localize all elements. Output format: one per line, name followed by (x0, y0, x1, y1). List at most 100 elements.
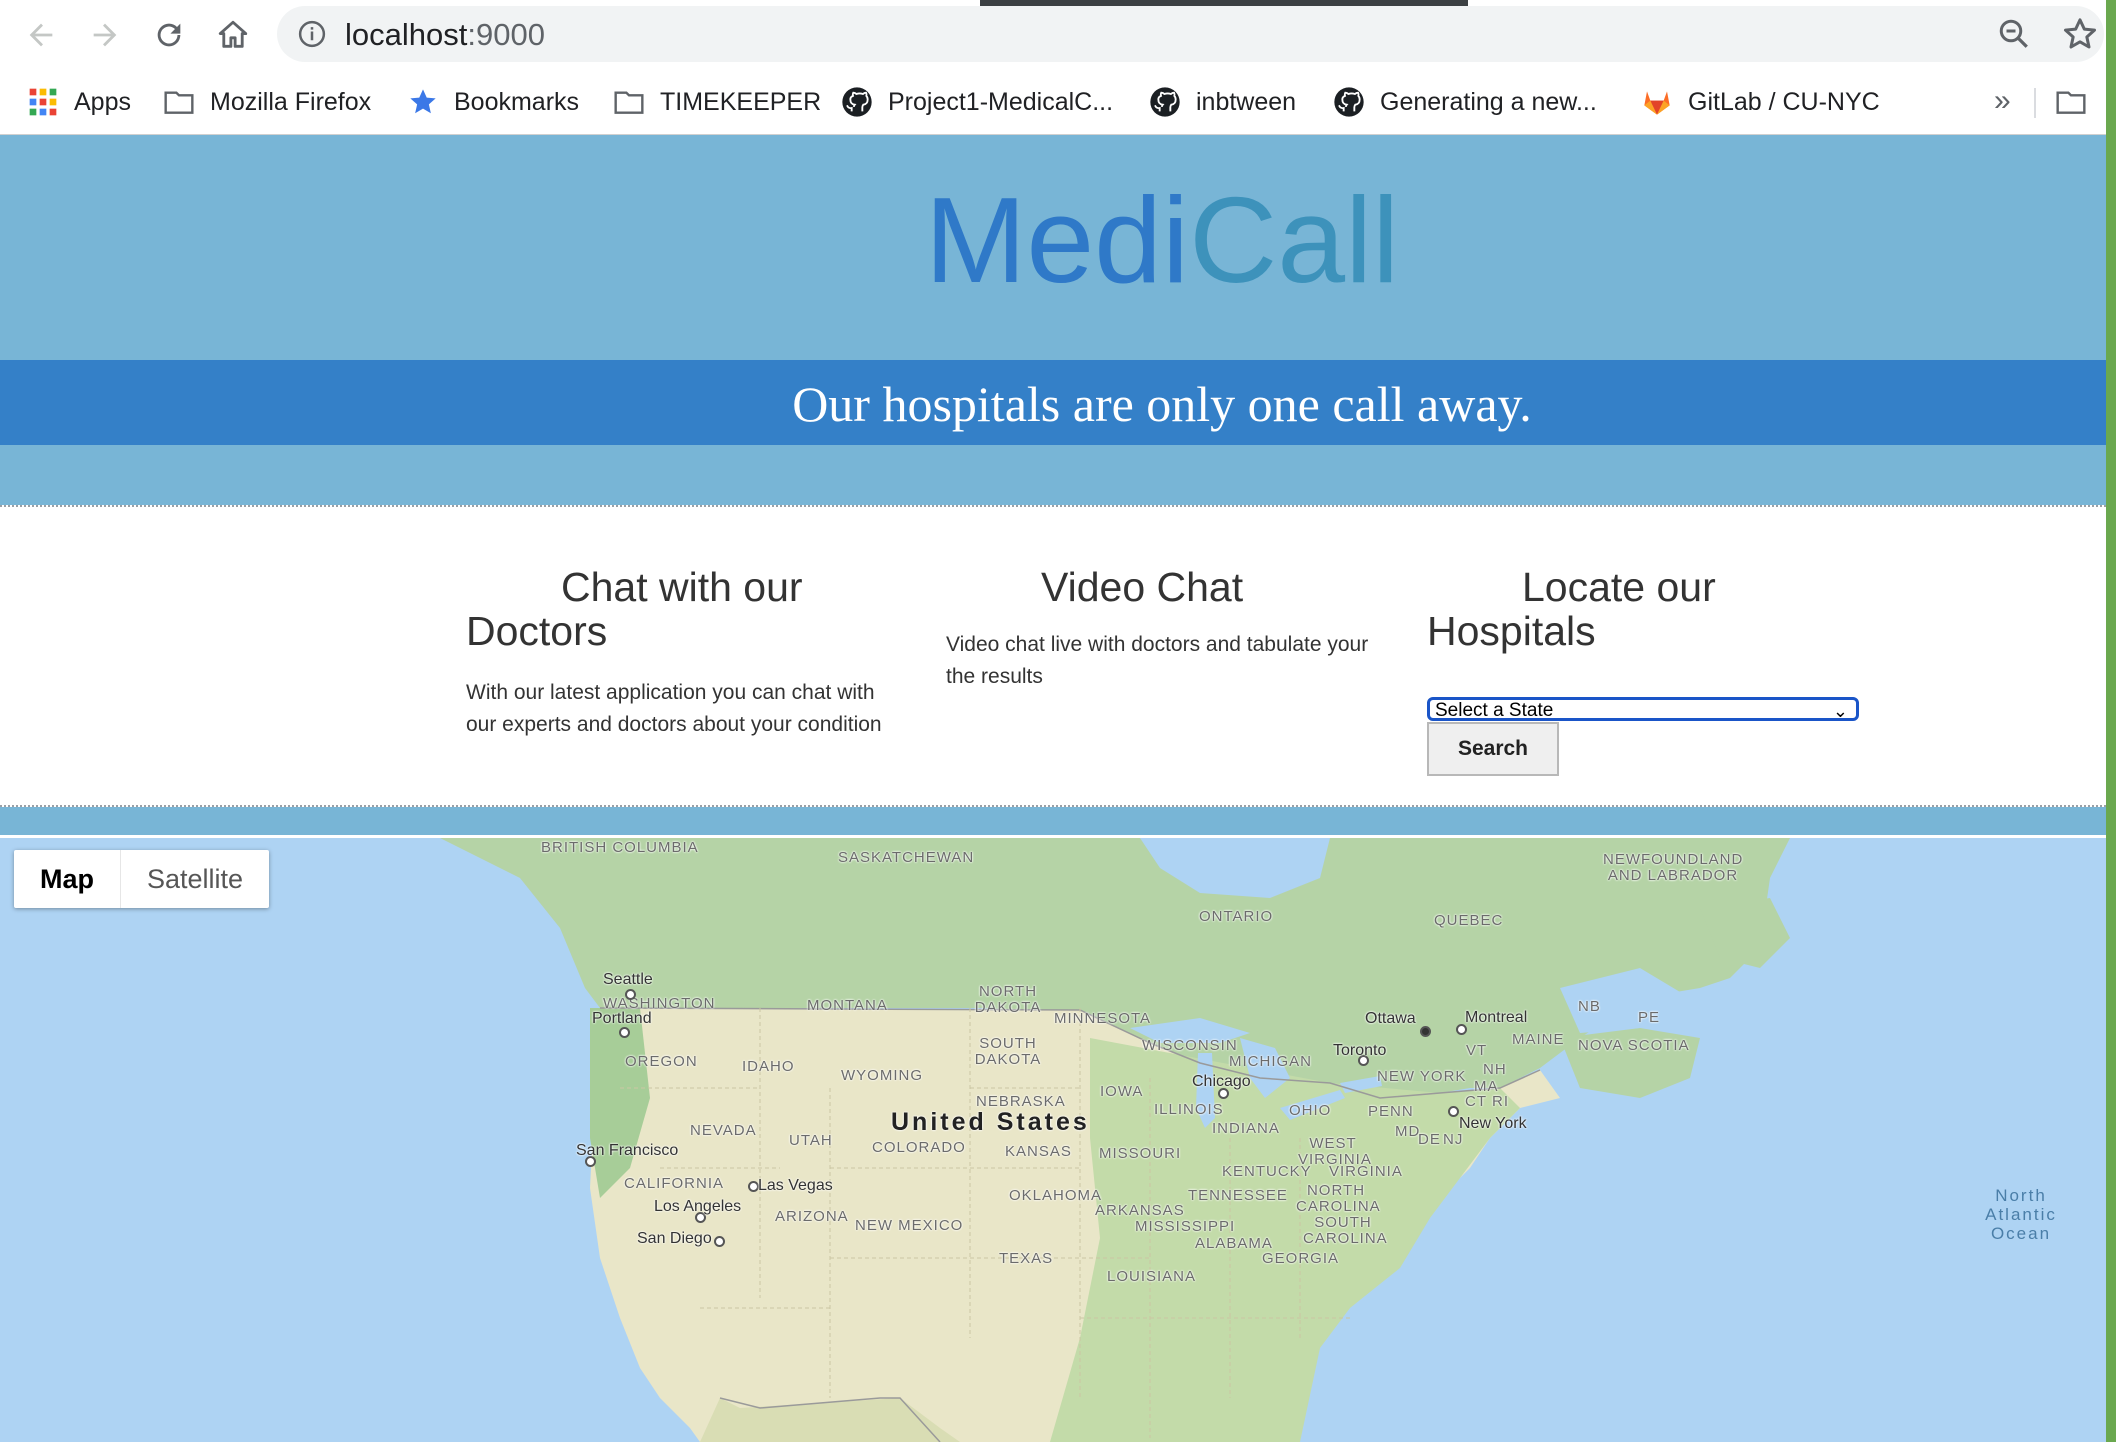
bookmark-bookmarks[interactable]: Bookmarks (406, 82, 579, 122)
bookmark-generating-new[interactable]: Generating a new... (1332, 82, 1597, 122)
map-label-region: NEVADA (690, 1122, 757, 1139)
feature-locate: Locate our Hospitals (1427, 565, 1867, 653)
state-select-value: Select a State (1435, 700, 1554, 721)
google-map[interactable]: Map Satellite BRITISH COLUMBIA SASKATCHE… (0, 838, 2106, 1442)
map-label-city: San Diego (637, 1230, 712, 1247)
reload-button[interactable] (146, 12, 192, 58)
bookmark-mozilla-firefox[interactable]: Mozilla Firefox (162, 82, 371, 122)
gitlab-icon (1640, 85, 1674, 119)
github-icon (840, 85, 874, 119)
brand-part-call: Call (1189, 172, 1400, 308)
map-label-region: PE (1638, 1009, 1661, 1026)
map-label-region: MD (1395, 1123, 1421, 1140)
map-label-region: LOUISIANA (1107, 1268, 1197, 1285)
map-label-region: NB (1578, 998, 1601, 1015)
bookmark-label: GitLab / CU-NYC (1688, 87, 1880, 116)
map-label-region: MISSISSIPPI (1135, 1218, 1236, 1235)
map-label-region: SASKATCHEWAN (838, 849, 975, 866)
map-land-layer (440, 838, 1790, 1442)
info-icon[interactable] (297, 19, 327, 49)
map-label-city: Seattle (603, 971, 653, 988)
map-label-region: DE (1418, 1131, 1441, 1148)
other-bookmarks-folder-icon[interactable] (2054, 86, 2088, 123)
medicall-page: MediCall Our hospitals are only one call… (0, 135, 2106, 1442)
map-label-region: ONTARIO (1199, 908, 1274, 925)
city-marker (625, 989, 636, 1000)
zoom-icon[interactable] (1996, 16, 2032, 52)
map-label-region: NJ (1443, 1131, 1464, 1148)
feature-locate-title: Locate our Hospitals (1427, 564, 1716, 654)
bookmark-label: Bookmarks (454, 87, 580, 116)
browser-toolbar: localhost:9000 (0, 0, 2116, 70)
home-icon (218, 20, 248, 48)
map-label-region: CT (1465, 1093, 1487, 1110)
window-edge (2106, 0, 2116, 1442)
map-label-region: ILLINOIS (1154, 1101, 1224, 1118)
map-label-water: North Atlantic Ocean (1985, 1186, 2057, 1243)
map-label-city: Chicago (1192, 1073, 1251, 1090)
map-label-region: INDIANA (1212, 1120, 1280, 1137)
feature-chat: Chat with our Doctors With our latest ap… (466, 565, 906, 741)
map-label-region: MICHIGAN (1229, 1053, 1312, 1070)
back-button[interactable] (18, 12, 64, 58)
map-label-region: NEW MEXICO (855, 1217, 964, 1234)
map-label-region: OREGON (625, 1053, 698, 1070)
bookmark-label: TIMEKEEPER (660, 87, 822, 116)
tagline-banner: Our hospitals are only one call away. (0, 360, 2106, 445)
map-label-region: ARIZONA (775, 1208, 849, 1225)
map-label-city: Los Angeles (654, 1198, 742, 1215)
bookmark-gitlab[interactable]: GitLab / CU-NYC (1640, 82, 1880, 122)
map-label-city: Montreal (1465, 1009, 1528, 1026)
url-text: localhost:9000 (345, 17, 545, 52)
map-label-city: Toronto (1333, 1042, 1387, 1059)
state-select[interactable]: Select a State ⌄ (1427, 697, 1859, 721)
feature-chat-title: Chat with our Doctors (466, 564, 803, 654)
map-label-region: MINNESOTA (1054, 1010, 1152, 1027)
bookmarks-bar: Apps Mozilla Firefox Bookmarks TIMEKEEPE… (0, 70, 2116, 135)
home-button[interactable] (210, 12, 256, 58)
feature-video-text: Video chat live with doctors and tabulat… (946, 633, 1369, 688)
map-label-region: UTAH (789, 1132, 833, 1149)
hero-section: MediCall Our hospitals are only one call… (0, 135, 2106, 505)
map-label-region: SOUTH CAROLINA (1303, 1214, 1388, 1247)
address-bar[interactable]: localhost:9000 (277, 6, 2104, 62)
bookmark-inbtween[interactable]: inbtween (1148, 82, 1296, 122)
map-type-satellite-button[interactable]: Satellite (121, 850, 269, 908)
bookmark-timekeeper[interactable]: TIMEKEEPER (612, 82, 821, 122)
features-section: Chat with our Doctors With our latest ap… (0, 507, 2106, 805)
map-label-region: TEXAS (999, 1250, 1054, 1267)
map-label-region: SOUTH DAKOTA (974, 1035, 1042, 1068)
bookmark-project1-medical[interactable]: Project1-MedicalC... (840, 82, 1113, 122)
arrow-left-icon (29, 23, 53, 47)
map-label-region: VIRGINIA (1329, 1163, 1403, 1180)
map-label-region: WYOMING (841, 1067, 923, 1084)
bookmark-apps[interactable]: Apps (26, 82, 131, 122)
map-label-region: IOWA (1100, 1083, 1144, 1100)
map-type-control: Map Satellite (14, 850, 270, 908)
map-label-region: NOVA SCOTIA (1578, 1037, 1690, 1054)
section-strip (0, 807, 2106, 835)
map-label-region: BRITISH COLUMBIA (541, 839, 699, 856)
capital-marker (1420, 1026, 1431, 1037)
map-type-map-button[interactable]: Map (14, 850, 121, 908)
reload-icon (157, 23, 181, 47)
search-button[interactable]: Search (1427, 722, 1559, 776)
map-label-region: NEWFOUNDLAND AND LABRADOR (1603, 851, 1744, 884)
arrow-right-icon (93, 23, 117, 47)
brand-part-medi: Medi (924, 172, 1190, 308)
map-label-country: United States (891, 1108, 1090, 1136)
forward-button[interactable] (82, 12, 128, 58)
map-label-region: OKLAHOMA (1009, 1187, 1103, 1204)
map-label-region: MONTANA (807, 997, 888, 1014)
bookmark-label: inbtween (1196, 87, 1297, 116)
map-label-region: OHIO (1289, 1102, 1332, 1119)
map-label-region: WISCONSIN (1142, 1037, 1238, 1054)
bookmarks-separator (2034, 88, 2036, 118)
map-label-city: Portland (592, 1010, 652, 1027)
bookmarks-overflow-button[interactable]: » (1994, 84, 2011, 118)
map-label-region: TENNESSEE (1188, 1187, 1288, 1204)
bookmark-star-icon[interactable] (2060, 14, 2100, 54)
city-marker (714, 1236, 725, 1247)
map-label-region: NEW YORK (1377, 1068, 1467, 1085)
folder-icon (612, 85, 646, 119)
